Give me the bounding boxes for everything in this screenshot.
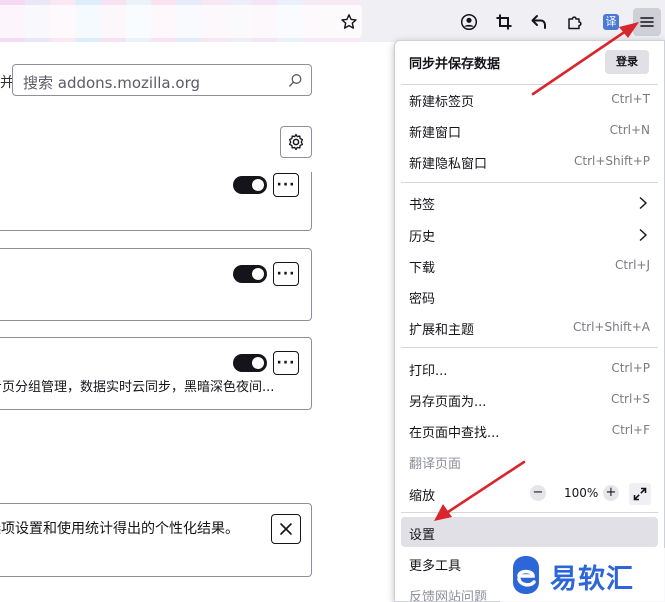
extension-card: ··· 专页分组管理，数据实时云同步，黑暗深色夜间...: [0, 337, 312, 410]
menu-item-shortcut: Ctrl+F: [611, 423, 650, 437]
extensions-puzzle-icon[interactable]: [561, 8, 589, 36]
menu-item-print[interactable]: 打印... Ctrl+P: [401, 353, 658, 383]
addons-settings-gear-button[interactable]: [280, 126, 312, 158]
extension-enable-toggle[interactable]: [233, 176, 267, 194]
menu-item-shortcut: Ctrl+S: [610, 392, 650, 406]
account-icon[interactable]: [455, 8, 483, 36]
sync-header: 同步并保存数据 登录: [395, 41, 664, 83]
back-undo-icon[interactable]: [525, 8, 553, 36]
sync-title: 同步并保存数据: [409, 57, 501, 72]
menu-item-downloads[interactable]: 下载 Ctrl+J: [401, 250, 658, 280]
menu-item-label: 密码: [409, 292, 436, 307]
menu-separator: [401, 347, 658, 348]
extension-description: 专页分组管理，数据实时云同步，黑暗深色夜间...: [0, 380, 275, 395]
menu-separator: [401, 182, 658, 183]
extension-more-options-button[interactable]: ···: [273, 351, 299, 375]
screenshot-crop-icon[interactable]: [490, 8, 518, 36]
zoom-out-button[interactable]: −: [530, 485, 546, 501]
menu-item-bookmarks[interactable]: 书签: [401, 187, 658, 217]
menu-item-history[interactable]: 历史: [401, 219, 658, 249]
extension-more-options-button[interactable]: ···: [273, 262, 299, 286]
menu-item-label: 反馈网站问题: [409, 590, 488, 602]
menu-item-zoom: 缩放 − 100% +: [401, 478, 658, 508]
menu-item-new-window[interactable]: 新建窗口 Ctrl+N: [401, 115, 658, 145]
sign-in-button[interactable]: 登录: [605, 50, 649, 74]
menu-item-label: 新建隐私窗口: [409, 157, 488, 172]
menu-separator: [401, 512, 658, 513]
chevron-right-icon: [638, 195, 648, 214]
menu-item-shortcut: Ctrl+J: [615, 258, 650, 272]
watermark-text: 易软汇: [550, 564, 634, 595]
menu-item-new-tab[interactable]: 新建标签页 Ctrl+T: [401, 84, 658, 114]
app-menu-panel: 同步并保存数据 登录 新建标签页 Ctrl+T 新建窗口 Ctrl+N 新建隐私…: [394, 40, 665, 602]
menu-item-label: 扩展和主题: [409, 323, 475, 338]
menu-item-label: 翻译页面: [409, 457, 462, 472]
menu-item-label: 历史: [409, 230, 436, 245]
menu-item-shortcut: Ctrl+N: [609, 123, 650, 137]
extension-enable-toggle[interactable]: [233, 265, 267, 283]
menu-item-translate-page: 翻译页面: [401, 446, 658, 476]
extension-card: ···: [0, 248, 312, 321]
menu-item-label: 设置: [409, 528, 436, 543]
watermark-logo-icon: [513, 556, 539, 594]
app-menu-hamburger-icon[interactable]: [633, 8, 661, 36]
translate-extension-icon[interactable]: 译: [597, 8, 625, 36]
chevron-right-icon: [638, 227, 648, 246]
menu-item-label: 书签: [409, 198, 436, 213]
menu-item-shortcut: Ctrl+Shift+A: [573, 320, 650, 334]
menu-item-label: 新建标签页: [409, 95, 475, 110]
notice-close-button[interactable]: [271, 514, 301, 544]
menu-item-shortcut: Ctrl+P: [611, 361, 650, 375]
gear-icon: [288, 133, 304, 151]
menu-item-label: 另存页面为...: [409, 395, 487, 410]
fullscreen-expand-icon[interactable]: [629, 483, 651, 505]
menu-item-label: 打印...: [409, 364, 448, 379]
extension-enable-toggle[interactable]: [233, 354, 267, 372]
zoom-level[interactable]: 100%: [564, 486, 598, 500]
menu-item-shortcut: Ctrl+Shift+P: [574, 154, 650, 168]
menu-item-label: 在页面中查找...: [409, 426, 500, 441]
search-icon: [288, 73, 303, 92]
recommendation-notice: 选项设置和使用统计得出的个性化结果。: [0, 503, 312, 577]
notice-text: 选项设置和使用统计得出的个性化结果。: [0, 521, 239, 537]
menu-item-addons-themes[interactable]: 扩展和主题 Ctrl+Shift+A: [401, 312, 658, 342]
menu-item-label: 缩放: [409, 489, 436, 504]
translate-badge-label: 译: [603, 14, 619, 30]
menu-item-shortcut: Ctrl+T: [611, 92, 650, 106]
close-icon: [280, 523, 292, 535]
menu-item-passwords[interactable]: 密码: [401, 281, 658, 311]
menu-item-label: 更多工具: [409, 559, 462, 574]
address-bar[interactable]: [0, 5, 362, 38]
extension-card: ···: [0, 172, 312, 231]
extension-more-options-button[interactable]: ···: [273, 173, 299, 197]
bookmark-star-icon[interactable]: [335, 8, 363, 36]
menu-item-find-in-page[interactable]: 在页面中查找... Ctrl+F: [401, 415, 658, 445]
watermark: 易软汇: [500, 548, 665, 602]
menu-item-settings[interactable]: 设置: [401, 517, 658, 547]
browser-toolbar: 译: [0, 0, 665, 42]
menu-item-label: 下载: [409, 261, 436, 276]
search-placeholder: 搜索 addons.mozilla.org: [23, 74, 200, 92]
zoom-in-button[interactable]: +: [603, 485, 619, 501]
addons-search-input[interactable]: 搜索 addons.mozilla.org: [12, 64, 312, 96]
menu-item-new-private-window[interactable]: 新建隐私窗口 Ctrl+Shift+P: [401, 146, 658, 176]
menu-item-save-page[interactable]: 另存页面为... Ctrl+S: [401, 384, 658, 414]
menu-item-label: 新建窗口: [409, 126, 462, 141]
